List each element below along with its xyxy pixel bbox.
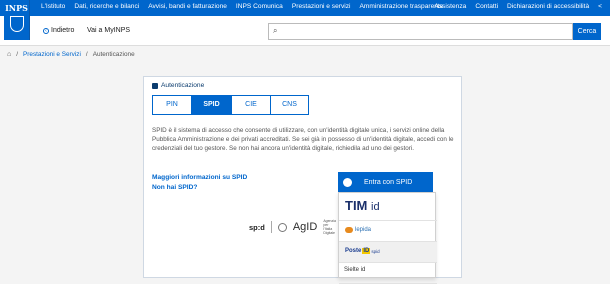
user-icon [343,177,352,187]
top-navigation-bar: L'Istituto Dati, ricerche e bilanci Avvi… [0,0,610,16]
tab-cie[interactable]: CIE [232,95,271,115]
back-button[interactable]: ‹ Indietro [43,27,74,34]
back-label: Indietro [51,27,75,34]
enter-spid-label: Entra con SPID [364,178,413,186]
agid-logo: AgID [292,221,318,233]
util-contatti[interactable]: Contatti [475,3,498,10]
enter-spid-button[interactable]: Entra con SPID [338,172,433,192]
breadcrumb: ⌂ / Prestazioni e Servizi / Autenticazio… [7,51,135,58]
logo-shield-icon [9,16,24,32]
auth-tabs: PIN SPID CIE CNS [152,95,309,115]
lock-icon [152,82,158,89]
agid-seal-icon [277,222,287,232]
tab-cns[interactable]: CNS [271,95,309,115]
lepida-logo-text: lepida [355,227,372,233]
tab-pin[interactable]: PIN [152,95,192,115]
breadcrumb-prestazioni[interactable]: Prestazioni e Servizi [23,51,81,58]
spid-provider-dropdown: TIM id lepida Poste ID spid Sielte id [338,192,437,284]
nav-item-dati[interactable]: Dati, ricerche e bilanci [74,3,139,10]
back-arrow-icon: ‹ [43,27,49,34]
poste-logo-id: ID [362,248,371,254]
poste-logo-spid: spid [371,248,380,254]
myinps-link[interactable]: Vai a MyINPS [87,27,130,34]
footer-logos: sp:d AgID Agenzia per l'Italia Digitale [249,219,337,235]
share-icon[interactable]: < [598,3,602,10]
breadcrumb-separator: / [85,51,88,58]
logo-text: INPS [5,3,28,13]
logo-divider [270,221,272,233]
nav-item-avvisi[interactable]: Avvisi, bandi e fatturazione [148,3,227,10]
breadcrumb-current: Autenticazione [92,51,135,58]
nav-item-trasparente[interactable]: Amministrazione trasparente [359,3,443,10]
tab-spid[interactable]: SPID [192,95,232,115]
provider-tim[interactable]: TIM id [339,193,437,221]
nav-item-comunica[interactable]: INPS Comunica [236,3,283,10]
search-button[interactable]: Cerca [573,23,601,40]
provider-lepida[interactable]: lepida [339,221,437,242]
spid-links: Maggiori informazioni su SPID Non hai SP… [152,173,247,192]
inps-logo[interactable]: INPS [4,0,30,40]
spid-logo: sp:d [249,222,265,232]
lepida-logo: lepida [345,227,371,233]
poste-logo: Poste ID spid [345,248,380,254]
main-nav: L'Istituto Dati, ricerche e bilanci Avvi… [41,3,443,10]
provider-poste[interactable]: Poste ID spid [339,242,437,263]
agid-subtitle: Agenzia per l'Italia Digitale [323,219,336,235]
auth-header: Autenticazione [144,77,461,89]
auth-title: Autenticazione [161,82,205,89]
lepida-mark-icon [345,227,353,233]
home-icon[interactable]: ⌂ [7,51,11,58]
util-assistenza[interactable]: Assistenza [434,3,466,10]
breadcrumb-separator: / [16,51,19,58]
nav-item-prestazioni[interactable]: Prestazioni e servizi [292,3,351,10]
search-icon: ⌕ [273,26,278,35]
spid-description: SPID è il sistema di accesso che consent… [152,127,454,153]
sielte-logo: Sielte id [344,267,366,273]
poste-logo-text: Poste [345,248,362,254]
provider-sielte[interactable]: Sielte id [339,263,437,284]
utility-nav: Assistenza Contatti Dichiarazioni di acc… [434,3,602,10]
more-info-link[interactable]: Maggiori informazioni su SPID [152,173,247,183]
search-input[interactable]: ⌕ [268,23,573,40]
tim-logo-text: TIM [345,198,368,213]
nav-item-istituto[interactable]: L'Istituto [41,3,65,10]
no-spid-link[interactable]: Non hai SPID? [152,183,247,193]
tim-logo-id: id [371,201,380,213]
util-accessibilita[interactable]: Dichiarazioni di accessibilità [507,3,589,10]
tim-logo: TIM id [345,198,380,213]
